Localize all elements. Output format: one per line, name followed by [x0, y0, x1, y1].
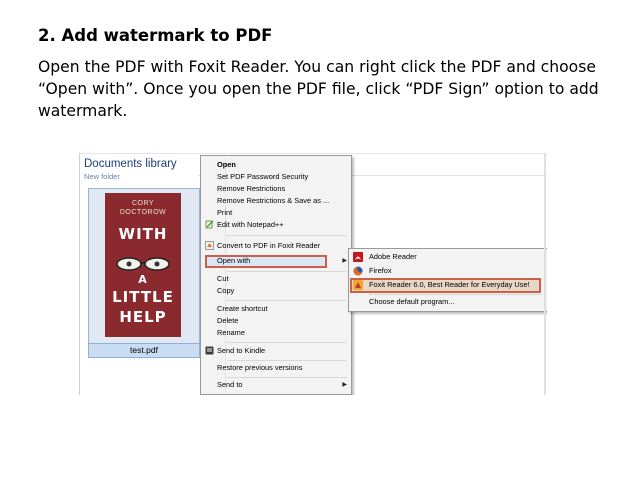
- submenu-item-adobe-reader[interactable]: Adobe Reader: [369, 251, 417, 263]
- menu-item-open-with[interactable]: Open with: [217, 255, 250, 267]
- submenu-item-choose-default[interactable]: Choose default program...: [369, 296, 454, 308]
- menu-item-convert-foxit[interactable]: Convert to PDF in Foxit Reader: [217, 240, 320, 252]
- library-subtitle[interactable]: New folder: [84, 172, 120, 181]
- slide-body: Open the PDF with Foxit Reader. You can …: [38, 58, 599, 120]
- menu-item-open[interactable]: Open: [217, 159, 236, 171]
- menu-separator: [227, 235, 347, 236]
- menu-item-rename[interactable]: Rename: [217, 327, 245, 339]
- menu-item-cut[interactable]: Cut: [217, 273, 229, 285]
- menu-item-create-shortcut[interactable]: Create shortcut: [217, 303, 268, 315]
- open-with-submenu: Adobe Reader Firefox Foxit Reader 6.0, B…: [348, 248, 547, 312]
- screenshot-panel: Documents library New folder CORY DOCTOR…: [79, 153, 547, 395]
- submenu-item-foxit-reader[interactable]: Foxit Reader 6.0, Best Reader for Everyd…: [369, 279, 530, 291]
- notepad-icon: [205, 220, 214, 229]
- menu-item-copy[interactable]: Copy: [217, 285, 234, 297]
- firefox-icon: [353, 266, 363, 276]
- menu-item-send-to[interactable]: Send to: [217, 379, 242, 391]
- foxit-icon: [205, 241, 214, 250]
- file-name-label[interactable]: test.pdf: [88, 343, 200, 358]
- menu-separator: [227, 377, 347, 378]
- menu-item-remove-restrictions-save[interactable]: Remove Restrictions & Save as ...: [217, 195, 329, 207]
- foxit-reader-icon: [353, 280, 363, 290]
- submenu-separator: [369, 294, 541, 295]
- menu-item-delete[interactable]: Delete: [217, 315, 238, 327]
- menu-item-edit-notepad[interactable]: Edit with Notepad++: [217, 219, 284, 231]
- cover-line-little: LITTLE: [112, 288, 174, 306]
- book-cover: CORY DOCTOROW WITH A LITTLE HELP: [105, 193, 181, 337]
- menu-separator: [227, 271, 347, 272]
- screenshot-right-edge: [544, 153, 546, 395]
- library-title: Documents library: [84, 158, 177, 170]
- menu-item-remove-restrictions[interactable]: Remove Restrictions: [217, 183, 285, 195]
- kindle-icon: [205, 346, 214, 355]
- menu-separator: [227, 342, 347, 343]
- cover-line-help: HELP: [119, 308, 167, 326]
- cover-line-a: A: [138, 273, 148, 286]
- submenu-item-firefox[interactable]: Firefox: [369, 265, 392, 277]
- menu-separator: [227, 360, 347, 361]
- menu-item-set-pdf-password[interactable]: Set PDF Password Security: [217, 171, 308, 183]
- submenu-arrow-icon: ▶: [342, 258, 347, 264]
- menu-separator: [227, 300, 347, 301]
- cover-line-with: WITH: [118, 225, 168, 243]
- menu-item-restore-versions[interactable]: Restore previous versions: [217, 362, 302, 374]
- glasses-illustration: [116, 257, 170, 271]
- context-menu: Open Set PDF Password Security Remove Re…: [200, 155, 352, 395]
- submenu-arrow-icon: ▶: [342, 382, 347, 388]
- adobe-reader-icon: [353, 252, 363, 262]
- menu-item-print[interactable]: Print: [217, 207, 232, 219]
- top-rule: [80, 153, 547, 154]
- cover-author-last: DOCTOROW: [119, 209, 167, 216]
- menu-item-send-to-kindle[interactable]: Send to Kindle: [217, 345, 265, 357]
- cover-author-first: CORY: [131, 200, 155, 207]
- slide-title: 2. Add watermark to PDF: [38, 26, 273, 45]
